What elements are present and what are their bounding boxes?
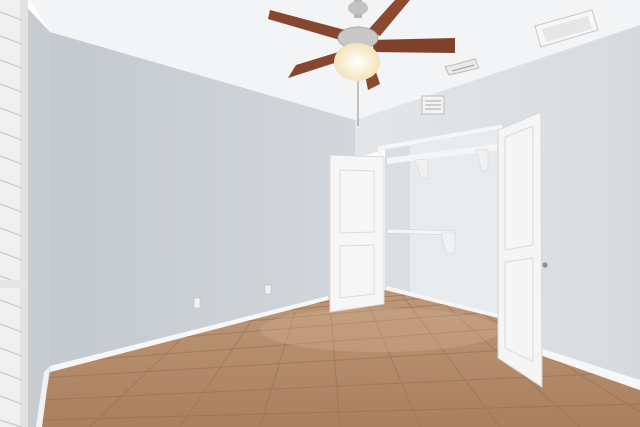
closet-interior-shadow [385,146,410,296]
wall-vent [421,95,445,115]
empty-bedroom-photo [0,0,640,427]
window-shutters [0,0,28,427]
fan-light-globe [334,43,380,81]
wall-outlet [264,284,272,295]
closet-door-left [329,154,385,313]
fan-canopy [348,1,368,15]
floor-sheen [260,308,500,352]
wall-outlet [193,297,201,309]
fan-blade [372,38,455,53]
door-knob [542,262,548,268]
